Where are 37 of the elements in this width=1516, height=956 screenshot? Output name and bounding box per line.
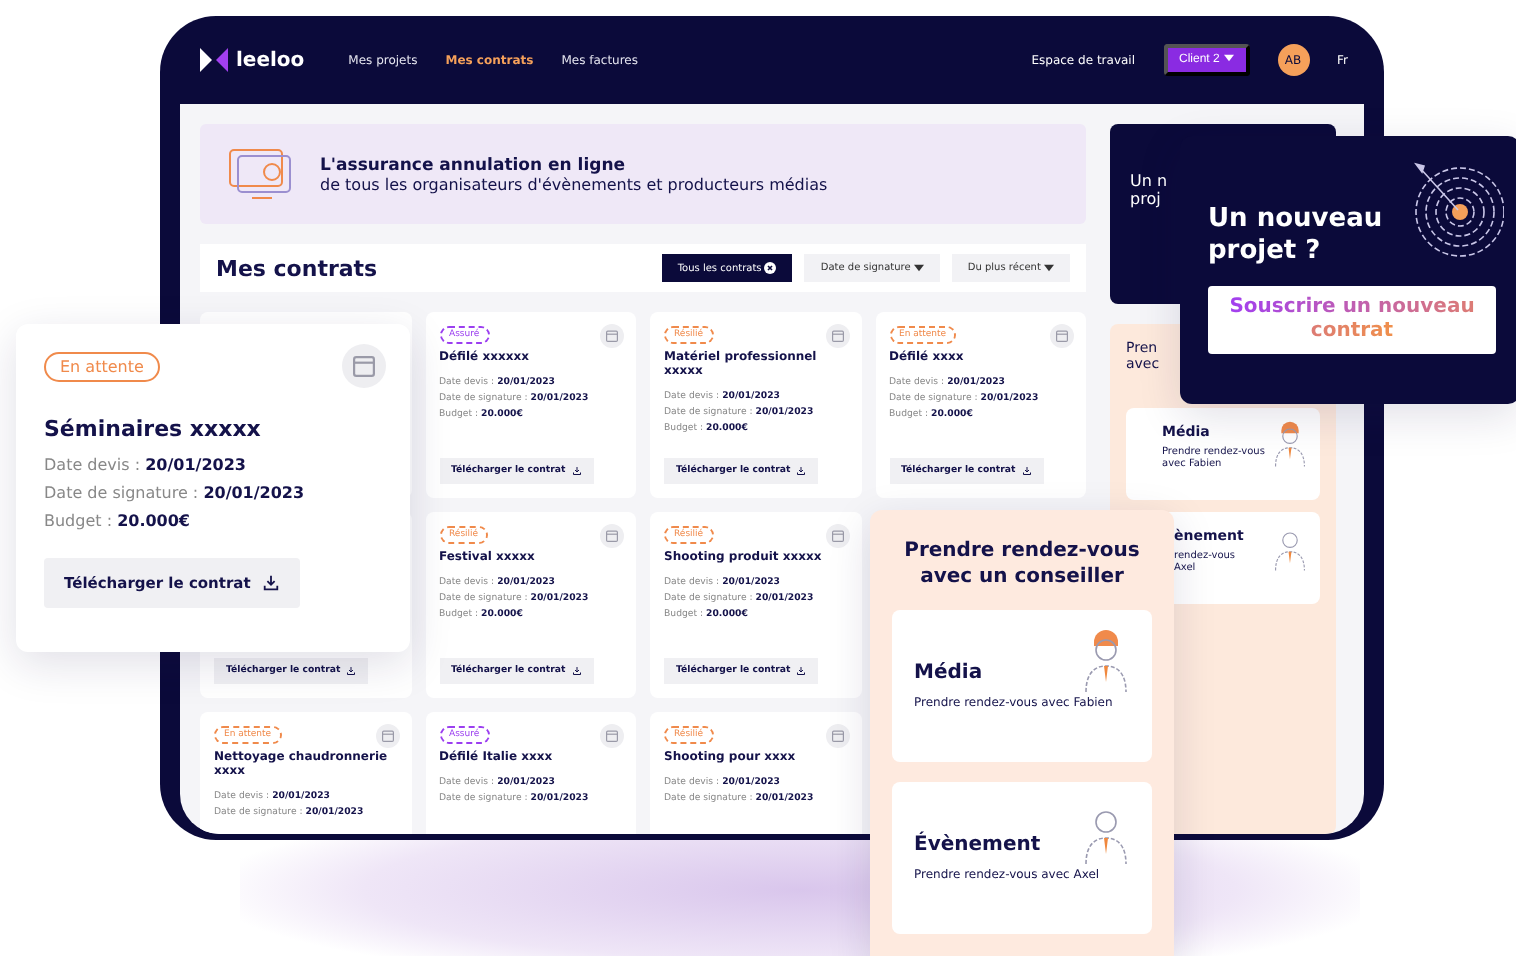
clear-icon <box>764 261 777 274</box>
calendar-icon <box>1050 324 1074 348</box>
calendar-icon <box>600 724 624 748</box>
subscribe-button[interactable]: Souscrire un nouveau contrat <box>1208 286 1496 355</box>
download-icon <box>796 666 807 676</box>
calendar-icon <box>600 524 624 548</box>
calendar-icon <box>342 344 386 388</box>
download-icon <box>571 666 582 676</box>
logo-text: leeloo <box>236 49 305 71</box>
calendar-icon <box>375 724 399 748</box>
calendar-icon <box>825 524 849 548</box>
contract-detail: Budget : 20.000€ <box>44 511 192 533</box>
caret-icon <box>1044 263 1054 272</box>
calendar-icon <box>600 324 624 348</box>
contract-detail: Date de signature : 20/01/2023 <box>44 483 307 506</box>
card-text: proj <box>1130 190 1163 208</box>
caret-icon <box>913 263 924 272</box>
section-title: Mes contrats <box>216 255 380 281</box>
card-title: Un nouveau projet ? <box>1208 204 1385 267</box>
logo-icon <box>200 48 228 72</box>
contract-detail: Date devis : 20/01/2023 <box>44 456 248 478</box>
calendar-icon <box>825 324 849 348</box>
card-text: Un n <box>1130 172 1170 190</box>
download-icon <box>571 466 582 476</box>
advisor-title: Média <box>914 662 985 684</box>
download-icon <box>796 466 807 476</box>
advisor-title: Évènement <box>914 834 1043 856</box>
status-badge: En attente <box>44 352 160 382</box>
caret-icon <box>1223 54 1234 63</box>
banner-title: L'assurance annulation en ligne <box>320 155 628 175</box>
contract-title: Séminaires xxxxx <box>44 416 263 442</box>
download-icon <box>262 574 281 593</box>
calendar-icon <box>825 724 849 748</box>
download-icon <box>1021 466 1032 476</box>
panel-title: Prendre rendez-vous avec un conseiller <box>902 538 1142 590</box>
banner-subtitle: de tous les organisateurs d'évènements et producteurs médias <box>320 175 828 193</box>
download-icon <box>346 666 357 676</box>
